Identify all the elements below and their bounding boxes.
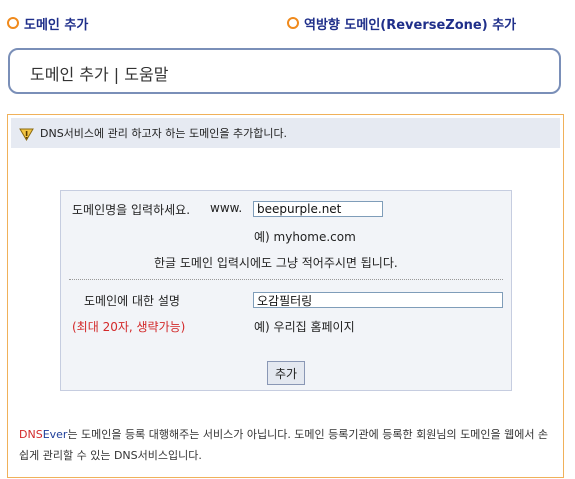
domain-form: 도메인명을 입력하세요. www. 예) myhome.com 한글 도메인 입…: [60, 190, 512, 391]
add-reverse-zone-link-label: 역방향 도메인(ReverseZone) 추가: [304, 17, 517, 33]
footer-note: DNSEver는 도메인을 등록 대행해주는 서비스가 아닙니다. 도메인 등록…: [19, 424, 555, 466]
circle-bullet-icon: [287, 17, 299, 29]
description-example: 예) 우리집 홈페이지: [254, 320, 355, 334]
add-button[interactable]: 추가: [267, 361, 305, 385]
description-limit-note: (최대 20자, 생략가능): [72, 320, 186, 334]
domain-example: 예) myhome.com: [254, 230, 356, 244]
add-domain-link-label: 도메인 추가: [24, 17, 89, 33]
add-domain-link[interactable]: 도메인 추가: [7, 14, 89, 33]
page-title-box: 도메인 추가 | 도움말: [8, 48, 561, 94]
description-input[interactable]: [253, 292, 503, 308]
domain-label: 도메인명을 입력하세요.: [72, 203, 191, 217]
form-divider: [69, 279, 503, 280]
brand-ever: Ever: [42, 428, 68, 441]
www-prefix: www.: [210, 201, 243, 215]
add-reverse-zone-link[interactable]: 역방향 도메인(ReverseZone) 추가: [287, 14, 517, 33]
circle-bullet-icon: [7, 17, 19, 29]
domain-input[interactable]: [253, 201, 383, 217]
info-bar: DNS서비스에 관리 하고자 하는 도메인을 추가합니다.: [11, 118, 560, 148]
hangul-domain-note: 한글 도메인 입력시에도 그냥 적어주시면 됩니다.: [154, 256, 398, 270]
page-title: 도메인 추가 | 도움말: [30, 65, 169, 84]
description-label: 도메인에 대한 설명: [84, 294, 180, 308]
info-text: DNS서비스에 관리 하고자 하는 도메인을 추가합니다.: [40, 127, 288, 140]
content-panel: DNS서비스에 관리 하고자 하는 도메인을 추가합니다. 도메인명을 입력하세…: [7, 114, 564, 478]
footer-text: 는 도메인을 등록 대행해주는 서비스가 아닙니다. 도메인 등록기관에 등록한…: [19, 428, 549, 462]
brand-dns: DNS: [19, 428, 43, 441]
warning-icon: [19, 126, 34, 141]
